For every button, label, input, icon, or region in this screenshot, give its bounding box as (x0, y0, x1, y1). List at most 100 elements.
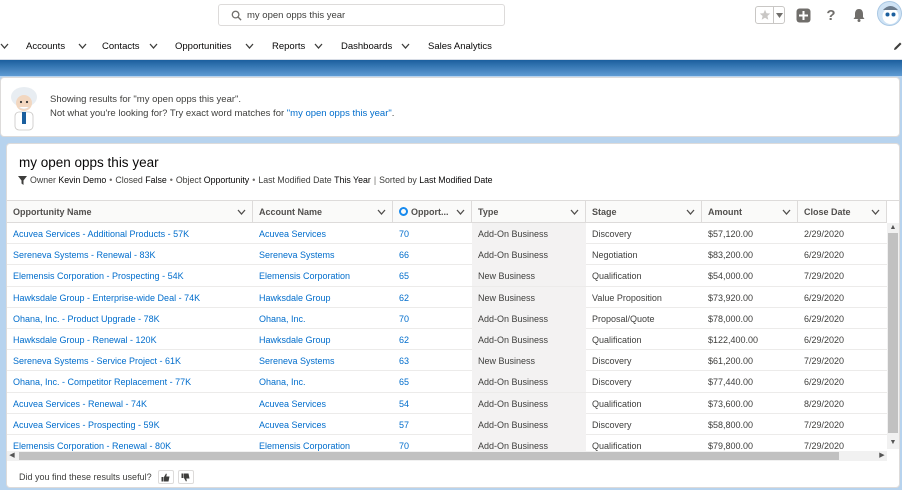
probability-cell[interactable]: 63 (393, 350, 472, 371)
account-name-link[interactable]: Ohana, Inc. (253, 371, 393, 392)
table-row[interactable]: Acuvea Services - Renewal - 74K Acuvea S… (7, 392, 887, 414)
stage-cell: Qualification (592, 335, 642, 345)
global-header: my open opps this year ? (0, 0, 902, 32)
opportunity-name-link[interactable]: Ohana, Inc. - Competitor Replacement - 7… (7, 371, 253, 392)
account-name-link[interactable]: Hawksdale Group (253, 329, 393, 350)
chevron-down-icon[interactable] (149, 42, 158, 50)
plus-icon[interactable] (794, 6, 812, 24)
table-row[interactable]: Acuvea Services - Prospecting - 59K Acuv… (7, 413, 887, 435)
suggestion-suffix: . (391, 108, 395, 119)
chevron-down-icon[interactable] (401, 42, 410, 50)
nav-item-accounts[interactable]: Accounts (26, 41, 65, 52)
pencil-icon[interactable] (893, 41, 902, 51)
probability-cell[interactable]: 57 (393, 414, 472, 435)
column-header-amount[interactable]: Amount (702, 201, 798, 223)
scroll-right-arrow[interactable]: ▶ (877, 451, 887, 461)
filter-closed-value: False (145, 175, 167, 185)
avatar[interactable] (877, 1, 902, 26)
table-header: Opportunity Name Account Name Opport... … (7, 201, 887, 223)
probability-cell[interactable]: 65 (393, 371, 472, 392)
scrollbar-thumb[interactable] (19, 452, 839, 460)
opportunity-name-link[interactable]: Ohana, Inc. - Product Upgrade - 78K (7, 308, 253, 329)
amount-cell: $122,400.00 (708, 335, 759, 345)
column-header-account-name[interactable]: Account Name (253, 201, 393, 223)
scrollbar-thumb[interactable] (888, 233, 898, 433)
column-label: Close Date (804, 207, 851, 217)
vertical-scrollbar[interactable]: ▲ ▼ (887, 223, 899, 449)
star-icon[interactable] (756, 7, 775, 23)
opportunity-name-link[interactable]: Sereneva Systems - Service Project - 61K (7, 350, 253, 371)
account-name-link[interactable]: Ohana, Inc. (253, 308, 393, 329)
thumbs-up-icon[interactable] (157, 470, 174, 484)
favorites-button-group[interactable] (755, 6, 785, 24)
horizontal-scrollbar[interactable]: ◀ ▶ (7, 451, 887, 461)
probability-cell[interactable]: 66 (393, 244, 472, 265)
column-header-stage[interactable]: Stage (586, 201, 702, 223)
column-header-close-date[interactable]: Close Date (798, 201, 887, 223)
probability-cell[interactable]: 54 (393, 393, 472, 414)
probability-cell[interactable]: 62 (393, 287, 472, 308)
account-name-link[interactable]: Sereneva Systems (253, 350, 393, 371)
scroll-up-arrow[interactable]: ▲ (889, 224, 897, 232)
suggestion-prefix: Not what you're looking for? Try exact w… (50, 108, 287, 119)
column-header-type[interactable]: Type (472, 201, 586, 223)
probability-cell[interactable]: 70 (393, 223, 472, 244)
chevron-down-icon[interactable] (237, 208, 246, 216)
opportunity-name-link[interactable]: Elemensis Corporation - Prospecting - 54… (7, 265, 253, 286)
account-name-link[interactable]: Elemensis Corporation (253, 265, 393, 286)
nav-item-contacts[interactable]: Contacts (102, 41, 140, 52)
opportunity-name-link[interactable]: Acuvea Services - Prospecting - 59K (7, 414, 253, 435)
chevron-down-icon[interactable] (456, 208, 465, 216)
account-name-link[interactable]: Hawksdale Group (253, 287, 393, 308)
column-label: Account Name (259, 207, 323, 217)
opportunity-name-link[interactable]: Acuvea Services - Renewal - 74K (7, 393, 253, 414)
chevron-down-icon[interactable] (782, 208, 791, 216)
chevron-down-icon[interactable] (78, 42, 87, 50)
help-icon[interactable]: ? (822, 6, 840, 24)
stage-cell: Qualification (592, 271, 642, 282)
table-row[interactable]: Elemensis Corporation - Prospecting - 54… (7, 265, 887, 287)
chevron-down-icon[interactable] (377, 208, 386, 216)
probability-cell[interactable]: 65 (393, 265, 472, 286)
chevron-down-icon[interactable] (570, 208, 579, 216)
nav-item-opportunities[interactable]: Opportunities (175, 41, 232, 52)
nav-item-reports[interactable]: Reports (272, 41, 305, 52)
column-header-opportunity-name[interactable]: Opportunity Name (7, 201, 253, 223)
account-name-link[interactable]: Acuvea Services (253, 393, 393, 414)
table-row[interactable]: Sereneva Systems - Service Project - 61K… (7, 350, 887, 372)
chevron-down-icon[interactable] (0, 42, 9, 50)
table-row[interactable]: Hawksdale Group - Enterprise-wide Deal -… (7, 286, 887, 308)
probability-cell[interactable]: 70 (393, 308, 472, 329)
bell-icon[interactable] (850, 6, 868, 24)
thumbs-down-icon[interactable] (177, 470, 194, 484)
table-row[interactable]: Hawksdale Group - Renewal - 120K Hawksda… (7, 329, 887, 351)
table-row[interactable]: Ohana, Inc. - Competitor Replacement - 7… (7, 371, 887, 393)
column-header-probability[interactable]: Opport... (393, 201, 472, 223)
chevron-down-icon[interactable] (686, 208, 695, 216)
scroll-left-arrow[interactable]: ◀ (7, 451, 17, 461)
table-row[interactable]: Elemensis Corporation - Renewal - 80K El… (7, 435, 887, 456)
scroll-down-arrow[interactable]: ▼ (889, 439, 897, 447)
chevron-down-icon[interactable] (314, 42, 323, 50)
account-name-link[interactable]: Sereneva Systems (253, 244, 393, 265)
table-row[interactable]: Ohana, Inc. - Product Upgrade - 78K Ohan… (7, 307, 887, 329)
global-search-input[interactable]: my open opps this year (218, 4, 505, 26)
table-row[interactable]: Acuvea Services - Additional Products - … (7, 223, 887, 245)
table-row[interactable]: Sereneva Systems - Renewal - 83K Serenev… (7, 244, 887, 266)
account-name-link[interactable]: Acuvea Services (253, 223, 393, 244)
stage-cell: Discovery (592, 356, 632, 367)
exact-match-link[interactable]: "my open opps this year" (287, 108, 392, 119)
opportunity-name-link[interactable]: Acuvea Services - Additional Products - … (7, 223, 253, 244)
nav-item-sales-analytics[interactable]: Sales Analytics (428, 41, 492, 52)
chevron-down-icon[interactable] (871, 208, 880, 216)
opportunity-name-link[interactable]: Hawksdale Group - Enterprise-wide Deal -… (7, 287, 253, 308)
probability-cell[interactable]: 62 (393, 329, 472, 350)
account-name-link[interactable]: Acuvea Services (253, 414, 393, 435)
type-cell: Add-On Business (472, 244, 586, 266)
opportunity-name-link[interactable]: Hawksdale Group - Renewal - 120K (7, 329, 253, 350)
filter-separator: • (109, 175, 113, 185)
chevron-down-icon[interactable] (774, 7, 784, 23)
nav-item-dashboards[interactable]: Dashboards (341, 41, 392, 52)
chevron-down-icon[interactable] (245, 42, 254, 50)
opportunity-name-link[interactable]: Sereneva Systems - Renewal - 83K (7, 244, 253, 265)
